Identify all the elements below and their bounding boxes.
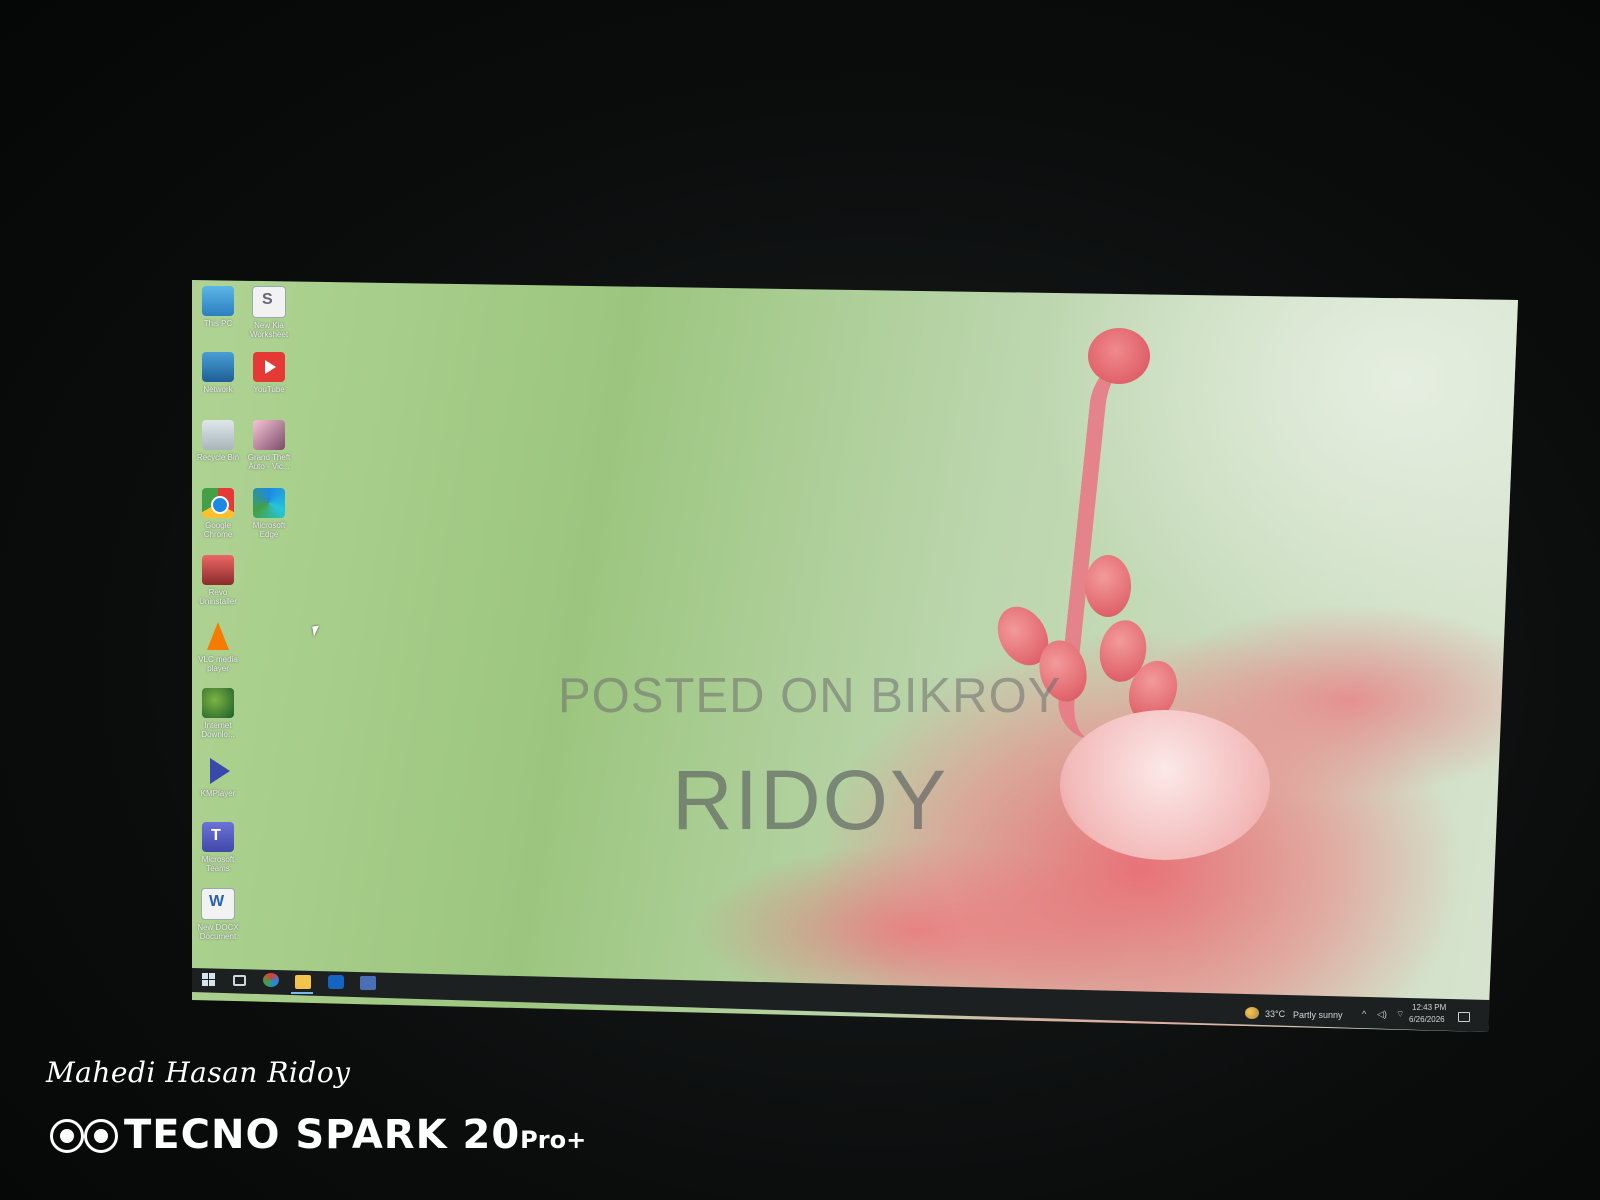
- youtube-icon: [253, 352, 285, 382]
- desktop-icon-microsoft-edge[interactable]: Microsoft Edge: [243, 488, 295, 539]
- flower-anther: [1085, 555, 1131, 617]
- camera-icon[interactable]: [233, 975, 246, 986]
- weather-icon[interactable]: [1245, 1007, 1259, 1019]
- active-app-indicator: [291, 992, 313, 994]
- desktop-icon-this-pc[interactable]: This PC: [192, 286, 244, 328]
- desktop-icon-vlc[interactable]: VLC media player: [192, 622, 244, 673]
- notification-icon[interactable]: [1458, 1012, 1470, 1022]
- camera-brand-text: TECNO SPARK 20Pro+: [124, 1112, 586, 1158]
- edge-icon: [253, 488, 285, 518]
- desktop-icon-label: This PC: [203, 319, 233, 328]
- desktop-icon-label: Internet Downlo...: [201, 721, 235, 739]
- desktop-icon-label: Grand Theft Auto - Vic...: [247, 453, 291, 471]
- desktop-icon-kmplayer[interactable]: KMPlayer: [192, 756, 244, 798]
- mouse-cursor-icon: [312, 625, 321, 637]
- desktop-icon-youtube[interactable]: YouTube: [243, 352, 295, 394]
- brand-name: TECNO SPARK 20: [124, 1112, 521, 1158]
- desktop-icon-label: VLC media player: [198, 655, 238, 673]
- vlc-icon: [202, 622, 234, 652]
- edge-icon[interactable]: [263, 973, 279, 987]
- watermark-posted-on: POSTED ON BIKROY: [558, 669, 1062, 723]
- desktop-icon-label: YouTube: [253, 385, 285, 394]
- photo-signature: Mahedi Hasan Ridoy: [46, 1056, 351, 1089]
- chevron-up-icon[interactable]: ^: [1362, 1009, 1366, 1019]
- uninstaller-icon: [202, 555, 234, 585]
- desktop-icon-label: Microsoft Teams: [201, 855, 235, 873]
- desktop-icon-label: New Kia Worksheet: [249, 321, 289, 339]
- desktop-icon-worksheet[interactable]: New Kia Worksheet: [243, 286, 295, 339]
- weather-condition[interactable]: Partly sunny: [1293, 1010, 1343, 1020]
- desktop-icon-microsoft-teams[interactable]: Microsoft Teams: [192, 822, 244, 873]
- desktop-icon-google-chrome[interactable]: Google Chrome: [192, 488, 244, 539]
- flower-corolla: [1060, 710, 1270, 860]
- network-icon: [202, 352, 234, 382]
- desktop-icon-recycle-bin[interactable]: Recycle Bin: [192, 420, 244, 462]
- media-player-icon: [202, 756, 234, 786]
- game-icon: [253, 420, 285, 450]
- outlook-icon[interactable]: [328, 975, 344, 989]
- desktop-icon-network[interactable]: Network: [192, 352, 244, 394]
- desktop-icon-internet-download-manager[interactable]: Internet Downlo...: [192, 688, 244, 739]
- camera-brand-logo: [50, 1117, 130, 1153]
- recycle-bin-icon: [202, 420, 234, 450]
- start-icon[interactable]: [202, 973, 218, 987]
- desktop-icon-label: Microsoft Edge: [252, 521, 286, 539]
- watermark-name: RIDOY: [672, 753, 949, 847]
- brand-suffix: Pro+: [520, 1126, 587, 1154]
- store-icon[interactable]: [360, 976, 376, 990]
- word-document-icon: [201, 888, 235, 920]
- network-icon[interactable]: ⌔: [1396, 1009, 1404, 1020]
- flower-stigma: [1088, 328, 1150, 384]
- desktop-icon-revo-uninstaller[interactable]: Revo Uninstaller: [192, 555, 244, 606]
- chrome-icon: [202, 488, 234, 518]
- file-explorer-icon[interactable]: [295, 975, 311, 989]
- clock-date[interactable]: 6/26/2026: [1409, 1015, 1445, 1024]
- clock-time[interactable]: 12:43 PM: [1412, 1003, 1446, 1012]
- document-icon: [252, 286, 286, 318]
- desktop-icon-new-docx[interactable]: New DOCX Document: [192, 888, 244, 941]
- desktop-icon-label: KMPlayer: [200, 789, 236, 798]
- download-manager-icon: [202, 688, 234, 718]
- desktop-icon-label: Revo Uninstaller: [199, 588, 237, 606]
- teams-icon: [202, 822, 234, 852]
- desktop-icon-label: Recycle Bin: [196, 453, 240, 462]
- computer-icon: [202, 286, 234, 316]
- desktop-icon-label: Network: [203, 385, 233, 394]
- desktop-icon-gta[interactable]: Grand Theft Auto - Vic...: [243, 420, 295, 471]
- desktop-icon-label: New DOCX Document: [197, 923, 239, 941]
- weather-temperature[interactable]: 33°C: [1265, 1009, 1285, 1019]
- desktop-icon-label: Google Chrome: [203, 521, 233, 539]
- speaker-icon[interactable]: ◁): [1377, 1009, 1387, 1020]
